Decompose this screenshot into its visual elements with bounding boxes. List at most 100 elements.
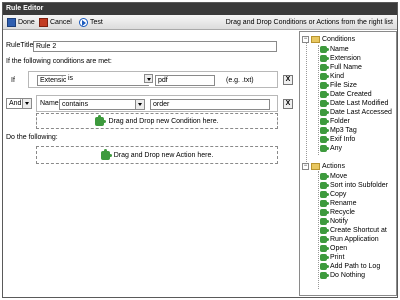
tree-item-file-size[interactable]: File Size xyxy=(320,81,357,90)
puzzle-icon xyxy=(320,82,329,89)
tree-item-kind[interactable]: Kind xyxy=(320,72,344,81)
condition-operator-value: contains xyxy=(62,101,89,108)
puzzle-icon xyxy=(320,64,329,71)
tree-item-label: Open xyxy=(330,245,348,252)
tree-item-label: Extension xyxy=(330,55,361,62)
tree-item-label: Any xyxy=(330,145,343,152)
rule-components-tree: − Conditions Name Extension Full Name Ki… xyxy=(299,31,397,296)
tree-item-print[interactable]: Print xyxy=(320,253,344,262)
puzzle-icon xyxy=(320,100,329,107)
condition-drop-zone[interactable]: Drag and Drop new Condition here. xyxy=(36,113,278,129)
collapse-toggle[interactable]: − xyxy=(302,36,309,43)
puzzle-icon xyxy=(320,136,329,143)
puzzle-icon xyxy=(320,254,329,261)
puzzle-icon xyxy=(320,118,329,125)
puzzle-icon xyxy=(320,272,329,279)
tree-line xyxy=(306,40,307,170)
puzzle-icon xyxy=(320,173,329,180)
tree-group-conditions[interactable]: − Conditions xyxy=(302,35,355,44)
tree-group-label: Actions xyxy=(322,163,345,170)
tree-item-name[interactable]: Name xyxy=(320,45,349,54)
tree-item-label: Copy xyxy=(330,191,347,198)
tree-item-label: Name xyxy=(330,46,349,53)
puzzle-icon xyxy=(320,182,329,189)
puzzle-icon xyxy=(320,55,329,62)
tree-item-add-path-to-log[interactable]: Add Path to Log xyxy=(320,262,380,271)
action-drop-zone[interactable]: Drag and Drop new Action here. xyxy=(36,146,278,164)
toolbar: Done Cancel Test Drag and Drop Condition… xyxy=(3,15,397,30)
puzzle-icon xyxy=(320,127,329,134)
condition-value-input[interactable]: pdf xyxy=(155,75,215,86)
tree-item-notify[interactable]: Notify xyxy=(320,217,348,226)
puzzle-icon xyxy=(320,109,329,116)
tree-item-mp3-tag[interactable]: Mp3 Tag xyxy=(320,126,357,135)
condition-value-input[interactable]: order xyxy=(150,99,270,110)
cancel-icon xyxy=(39,18,48,27)
tree-item-label: Move xyxy=(330,173,348,180)
tree-item-label: Print xyxy=(330,254,345,261)
collapse-toggle[interactable]: − xyxy=(302,163,309,170)
tree-item-sort-into-subfolder[interactable]: Sort into Subfolder xyxy=(320,181,388,190)
conditions-intro: If the following conditions are met: xyxy=(6,58,112,65)
tree-item-any[interactable]: Any xyxy=(320,144,342,153)
remove-condition-button[interactable]: X xyxy=(283,99,293,109)
tree-item-extension[interactable]: Extension xyxy=(320,54,361,63)
tree-item-label: Date Last Modified xyxy=(330,100,389,107)
tree-item-label: Mp3 Tag xyxy=(330,127,357,134)
tree-item-full-name[interactable]: Full Name xyxy=(320,63,362,72)
puzzle-icon xyxy=(320,218,329,225)
tree-item-date-created[interactable]: Date Created xyxy=(320,90,372,99)
condition-operator-select[interactable]: contains xyxy=(59,99,145,110)
tree-item-run-application[interactable]: Run Application xyxy=(320,235,379,244)
puzzle-icon xyxy=(100,148,112,160)
condition-operator-select[interactable]: is xyxy=(66,74,153,85)
join-value: And xyxy=(9,100,22,107)
tree-item-label: Folder xyxy=(330,118,350,125)
tree-group-actions[interactable]: − Actions xyxy=(302,162,345,171)
puzzle-icon xyxy=(320,145,329,152)
rule-title-input[interactable]: Rule 2 xyxy=(33,41,277,52)
condition-row-2: Name contains order xyxy=(36,95,278,112)
puzzle-icon xyxy=(320,46,329,53)
play-icon xyxy=(79,18,88,27)
tree-item-open[interactable]: Open xyxy=(320,244,347,253)
puzzle-icon xyxy=(320,227,329,234)
test-button[interactable]: Test xyxy=(79,17,103,28)
tree-item-label: Sort into Subfolder xyxy=(330,182,388,189)
actions-intro: Do the following: xyxy=(6,134,58,141)
puzzle-icon xyxy=(320,209,329,216)
tree-group-label: Conditions xyxy=(322,36,356,43)
done-label: Done xyxy=(18,19,35,26)
tree-item-date-last-modified[interactable]: Date Last Modified xyxy=(320,99,388,108)
tree-item-rename[interactable]: Rename xyxy=(320,199,356,208)
tree-item-label: Date Created xyxy=(330,91,372,98)
condition-drop-label: Drag and Drop new Condition here. xyxy=(108,117,219,125)
tree-item-exif-info[interactable]: Exif Info xyxy=(320,135,355,144)
done-button[interactable]: Done xyxy=(7,17,35,28)
tree-line xyxy=(318,171,319,289)
tree-item-label: Kind xyxy=(330,73,345,80)
join-select[interactable]: And xyxy=(6,98,32,109)
condition-operator-value: is xyxy=(68,75,74,82)
chevron-down-icon xyxy=(22,99,31,108)
tree-item-label: Rename xyxy=(330,200,357,207)
action-drop-label: Drag and Drop new Action here. xyxy=(113,151,214,159)
save-icon xyxy=(7,18,16,27)
tree-item-folder[interactable]: Folder xyxy=(320,117,350,126)
tree-item-recycle[interactable]: Recycle xyxy=(320,208,355,217)
tree-item-label: Run Application xyxy=(330,236,379,243)
rule-title-label: RuleTitle: xyxy=(6,42,36,49)
tree-item-date-last-accessed[interactable]: Date Last Accessed xyxy=(320,108,392,117)
cancel-button[interactable]: Cancel xyxy=(39,17,72,28)
puzzle-icon xyxy=(320,91,329,98)
tree-item-move[interactable]: Move xyxy=(320,172,347,181)
tree-item-create-shortcut-at[interactable]: Create Shortcut at xyxy=(320,226,387,235)
window-title: Rule Editor xyxy=(3,3,397,15)
condition-field-value: Name xyxy=(40,100,59,107)
tree-item-label: Notify xyxy=(330,218,348,225)
tree-item-do-nothing[interactable]: Do Nothing xyxy=(320,271,365,280)
chevron-down-icon xyxy=(135,100,144,109)
remove-condition-button[interactable]: X xyxy=(283,75,293,85)
condition-value-hint: (e.g. .txt) xyxy=(226,77,254,84)
tree-item-copy[interactable]: Copy xyxy=(320,190,346,199)
